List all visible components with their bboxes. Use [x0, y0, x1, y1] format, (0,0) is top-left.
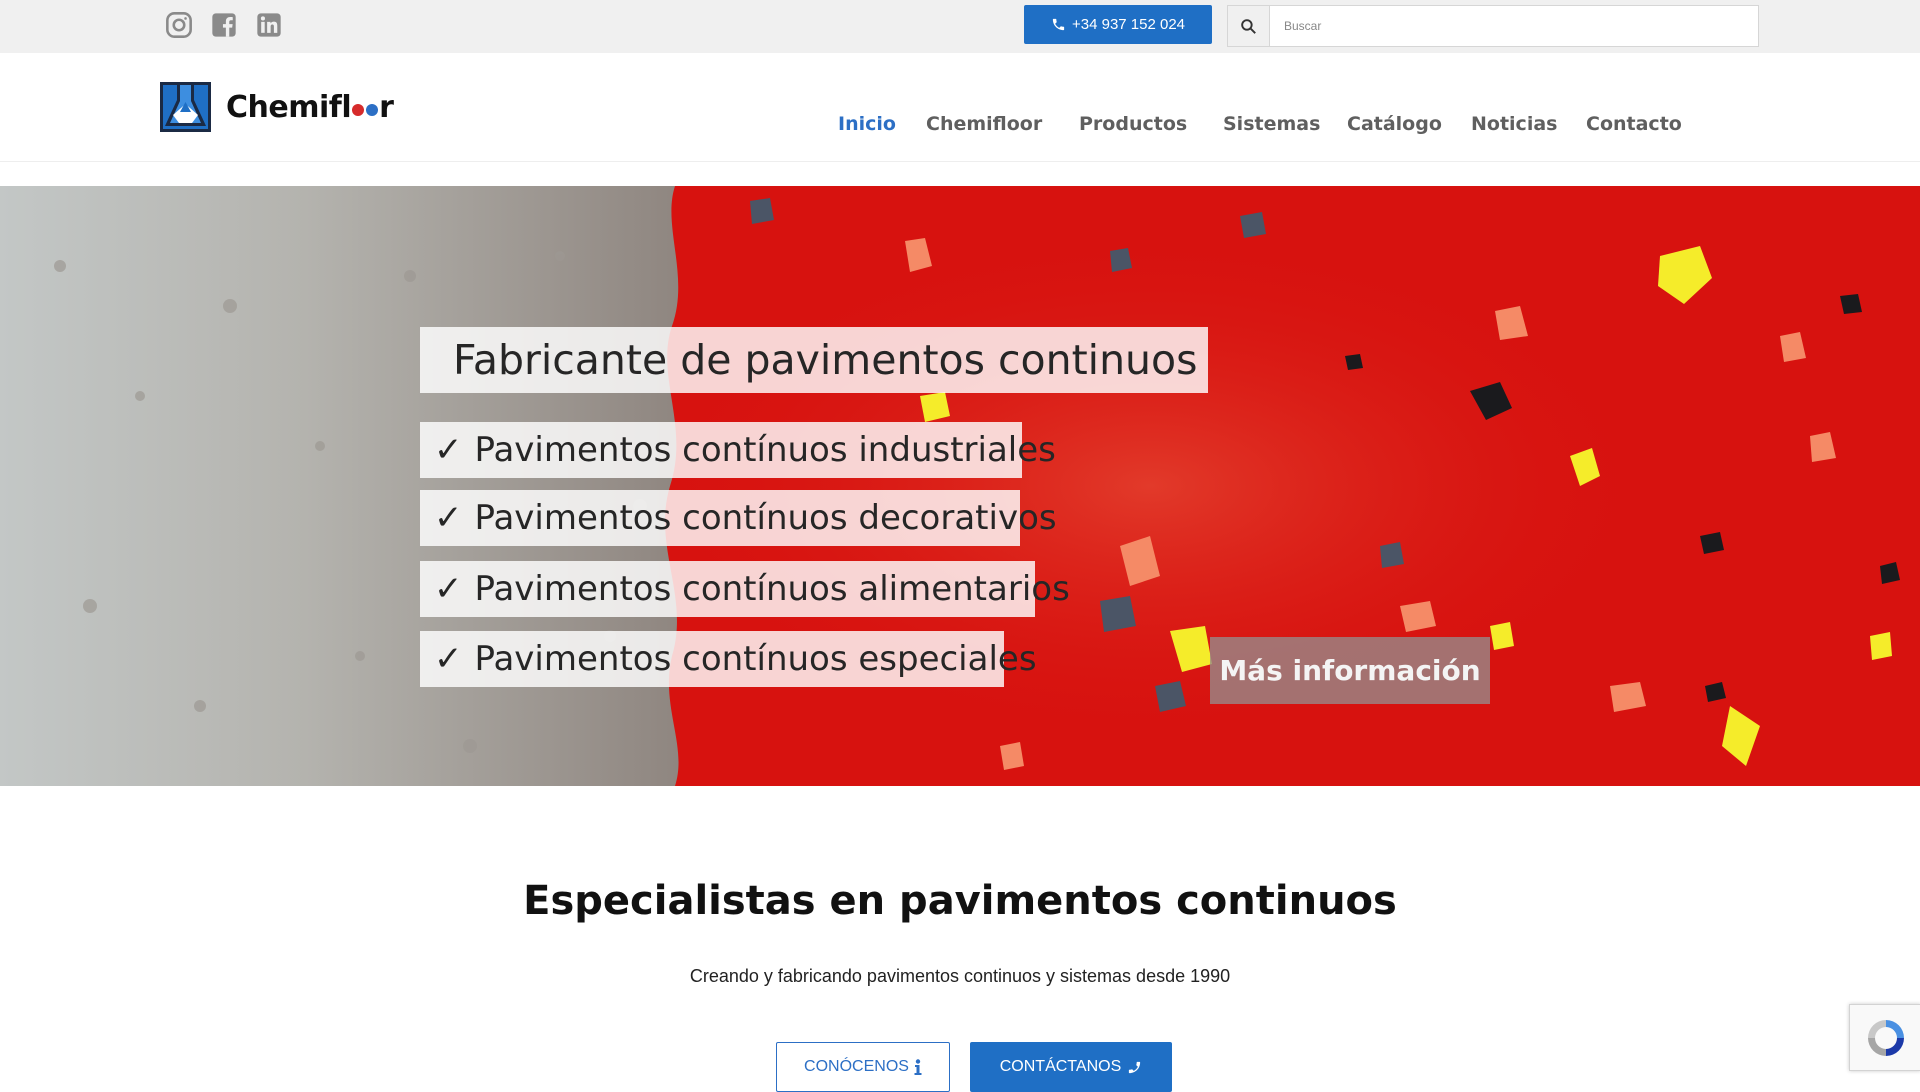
main-header: Chemifl r Inicio Chemifloor Productos Sis…	[0, 53, 1920, 162]
linkedin-icon[interactable]	[254, 10, 284, 40]
contact-us-button[interactable]: CONTÁCTANOS	[970, 1042, 1172, 1092]
check-icon: ✓	[434, 498, 463, 538]
hero-list-item-label: Pavimentos contínuos alimentarios	[474, 569, 1070, 609]
logo-mark-icon	[160, 82, 211, 132]
top-bar: +34 937 152 024	[0, 0, 1920, 53]
search-input[interactable]	[1270, 6, 1756, 46]
nav-inicio[interactable]: Inicio	[838, 113, 896, 135]
about-us-button-label: CONÓCENOS	[804, 1058, 909, 1075]
recaptcha-icon	[1867, 1019, 1904, 1056]
hero-banner: Fabricante de pavimentos continuos ✓ Pav…	[0, 186, 1920, 786]
logo[interactable]: Chemifl r	[160, 82, 394, 132]
about-us-button[interactable]: CONÓCENOS	[776, 1042, 950, 1092]
search-bar	[1227, 5, 1759, 47]
phone-number: +34 937 152 024	[1071, 16, 1186, 33]
nav-contacto[interactable]: Contacto	[1586, 113, 1682, 135]
nav-noticias[interactable]: Noticias	[1471, 113, 1557, 135]
hero-list-item-label: Pavimentos contínuos industriales	[474, 430, 1056, 470]
check-icon: ✓	[434, 639, 463, 679]
more-info-button[interactable]: Más información	[1210, 637, 1490, 704]
logo-dot-red	[352, 103, 365, 116]
check-icon: ✓	[434, 569, 463, 609]
hero-list-item: ✓ Pavimentos contínuos industriales	[420, 422, 1056, 478]
hero-list-item-label: Pavimentos contínuos especiales	[474, 639, 1037, 679]
hero-background-image	[0, 186, 1920, 786]
search-icon[interactable]	[1228, 6, 1270, 46]
recaptcha-badge[interactable]	[1849, 1004, 1920, 1071]
logo-text: Chemifl r	[226, 89, 394, 125]
hero-list-item-label: Pavimentos contínuos decorativos	[474, 498, 1057, 538]
phone-button[interactable]: +34 937 152 024	[1024, 5, 1212, 44]
intro-title: Especialistas en pavimentos continuos	[523, 878, 1397, 924]
hero-title: Fabricante de pavimentos continuos	[420, 327, 1208, 393]
info-icon	[914, 1059, 922, 1075]
phone-icon	[1129, 1061, 1141, 1073]
nav-catalogo[interactable]: Catálogo	[1347, 113, 1442, 135]
nav-productos[interactable]: Productos	[1079, 113, 1187, 135]
nav-chemifloor[interactable]: Chemifloor	[926, 113, 1042, 135]
check-icon: ✓	[434, 430, 463, 470]
nav-sistemas[interactable]: Sistemas	[1223, 113, 1320, 135]
hero-list-item: ✓ Pavimentos contínuos alimentarios	[420, 561, 1070, 617]
logo-dot-blue	[366, 103, 379, 116]
facebook-icon[interactable]	[209, 10, 239, 40]
contact-us-button-label: CONTÁCTANOS	[999, 1058, 1122, 1075]
phone-icon	[1052, 18, 1065, 31]
intro-subtitle: Creando y fabricando pavimentos continuo…	[689, 966, 1231, 986]
instagram-icon[interactable]	[164, 10, 194, 40]
hero-list-item: ✓ Pavimentos contínuos decorativos	[420, 490, 1057, 546]
hero-list-item: ✓ Pavimentos contínuos especiales	[420, 631, 1037, 687]
